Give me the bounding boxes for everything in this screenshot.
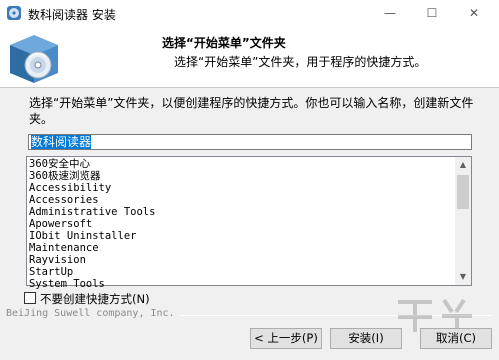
company-branding: BeiJing Suwell company, Inc.	[6, 308, 175, 319]
list-item[interactable]: Rayvision	[29, 254, 454, 266]
no-shortcuts-checkbox[interactable]	[24, 292, 36, 304]
list-item[interactable]: Accessibility	[29, 182, 454, 194]
installer-window: 数科阅读器 安装 — ☐ ✕ 选择“开始菜单”文件夹 选择“开始菜单”文件夹，用…	[0, 0, 499, 360]
title-bar[interactable]: 数科阅读器 安装 — ☐ ✕	[0, 0, 499, 27]
minimize-button[interactable]: —	[372, 0, 408, 27]
list-item[interactable]: Maintenance	[29, 242, 454, 254]
folder-list-scrollbar[interactable]: ▲ ▼	[455, 157, 471, 285]
list-item[interactable]: 360安全中心	[29, 158, 454, 170]
page-subtitle: 选择“开始菜单”文件夹，用于程序的快捷方式。	[174, 55, 427, 69]
folder-input-selected-text: 数科阅读器	[31, 135, 92, 149]
scroll-up-arrow-icon[interactable]: ▲	[455, 157, 471, 173]
maximize-button[interactable]: ☐	[414, 0, 450, 27]
list-item[interactable]: Accessories	[29, 194, 454, 206]
no-shortcuts-label[interactable]: 不要创建快捷方式(N)	[40, 291, 150, 307]
start-menu-folder-input[interactable]: 数科阅读器	[28, 134, 472, 150]
window-title: 数科阅读器 安装	[28, 8, 116, 22]
scrollbar-thumb[interactable]	[457, 175, 469, 209]
install-button[interactable]: 安装(I)	[330, 328, 402, 349]
wizard-header: 选择“开始菜单”文件夹 选择“开始菜单”文件夹，用于程序的快捷方式。	[0, 27, 499, 88]
list-item[interactable]: System Tools	[29, 278, 454, 290]
app-icon	[7, 6, 21, 20]
folder-list[interactable]: 360安全中心 360极速浏览器 Accessibility Accessori…	[26, 156, 472, 290]
list-item[interactable]: 360极速浏览器	[29, 170, 454, 182]
close-button[interactable]: ✕	[456, 0, 492, 27]
installer-box-icon	[10, 35, 58, 83]
page-title: 选择“开始菜单”文件夹	[162, 36, 286, 50]
instruction-text: 选择“开始菜单”文件夹，以便创建程序的快捷方式。你也可以输入名称，创建新文件夹。	[29, 96, 474, 126]
list-item[interactable]: StartUp	[29, 266, 454, 278]
back-button[interactable]: < 上一步(P)	[250, 328, 322, 349]
list-item[interactable]: Administrative Tools	[29, 206, 454, 218]
folder-list-items: 360安全中心 360极速浏览器 Accessibility Accessori…	[29, 158, 454, 290]
scroll-down-arrow-icon[interactable]: ▼	[455, 269, 471, 285]
list-item[interactable]: IObit Uninstaller	[29, 230, 454, 242]
list-item[interactable]: Apowersoft	[29, 218, 454, 230]
cancel-button[interactable]: 取消(C)	[420, 328, 492, 349]
